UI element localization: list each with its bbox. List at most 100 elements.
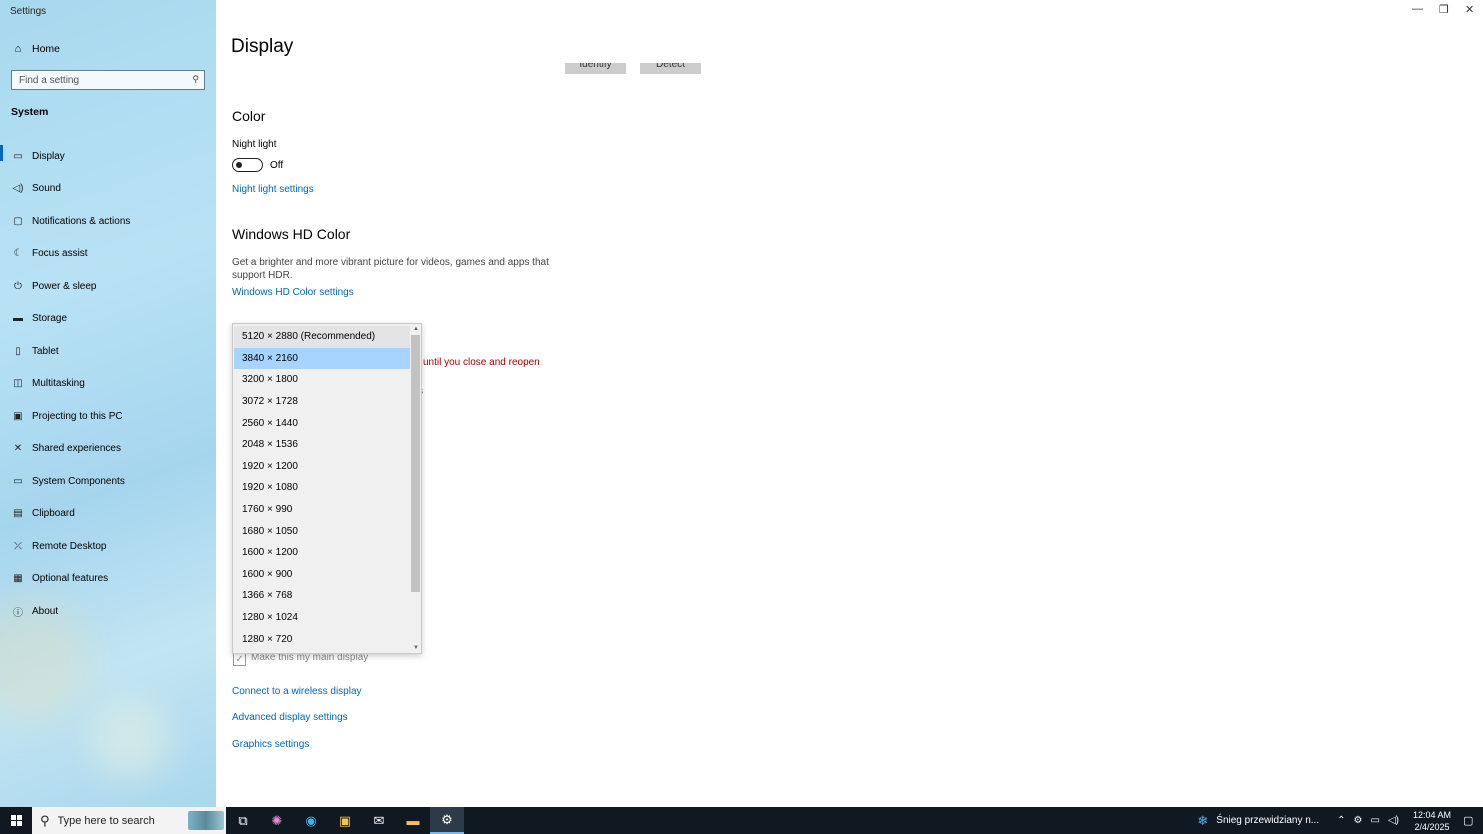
resolution-option[interactable]: 1366 × 768 <box>234 585 411 607</box>
toggle-knob <box>236 161 242 168</box>
resolution-option[interactable]: 5120 × 2880 (Recommended) <box>234 326 411 348</box>
weather-widget[interactable]: ❄ Śnieg przewidziany n... <box>1197 813 1319 829</box>
sidebar-item-tablet[interactable]: ▯ Tablet <box>0 335 216 368</box>
sidebar-item-shared-experiences[interactable]: ✕ Shared experiences <box>0 433 216 466</box>
resolution-option[interactable]: 1600 × 1200 <box>234 542 411 564</box>
sidebar-item-remote-desktop[interactable]: ⤫ Remote Desktop <box>0 530 216 563</box>
sidebar-item-clipboard[interactable]: ▤ Clipboard <box>0 498 216 531</box>
taskbar-search-input[interactable] <box>57 814 178 827</box>
resolution-option[interactable]: 1920 × 1200 <box>234 456 411 478</box>
dropdown-scrollbar-thumb[interactable] <box>411 335 420 592</box>
identify-button[interactable]: Identify <box>565 63 626 74</box>
sidebar-item-label: Display <box>32 150 65 162</box>
restore-icon[interactable]: ❐ <box>1439 3 1449 16</box>
sidebar-item-about[interactable]: ⓘ About <box>0 595 216 628</box>
search-icon: ⚲ <box>40 812 50 828</box>
security-icon[interactable]: ⚙ <box>1354 815 1363 826</box>
home-label: Home <box>32 43 61 55</box>
sidebar-item-label: Remote Desktop <box>32 540 107 552</box>
sidebar-item-display[interactable]: ▭ Display <box>0 140 216 173</box>
taskbar: ⚲ ⧉ ✺ ◉ ▣ ✉ ▬ ⚙ ❄ Śnieg przewidziany n..… <box>0 807 1483 834</box>
scroll-up-icon[interactable]: ▲ <box>413 326 419 332</box>
snowflake-icon: ❄ <box>1197 812 1209 828</box>
clock-date: 2/4/2025 <box>1414 821 1450 832</box>
resolution-option[interactable]: 1600 × 900 <box>234 564 411 586</box>
minimize-icon[interactable]: — <box>1412 3 1423 15</box>
chevron-up-icon[interactable]: ⌃ <box>1337 815 1345 826</box>
moon-icon: ☾ <box>13 248 23 260</box>
sidebar-item-multitasking[interactable]: ◫ Multitasking <box>0 368 216 401</box>
sidebar-item-sound[interactable]: ◁) Sound <box>0 173 216 206</box>
sidebar-item-power-sleep[interactable]: ⏻ Power & sleep <box>0 270 216 303</box>
mail-icon[interactable]: ✉ <box>362 807 396 834</box>
search-highlight-image <box>188 811 224 830</box>
section-title: System <box>11 106 49 118</box>
sidebar-item-system-components[interactable]: ▭ System Components <box>0 465 216 498</box>
night-light-state: Off <box>270 160 284 171</box>
task-view-icon[interactable]: ⧉ <box>226 807 260 834</box>
sidebar-item-projecting[interactable]: ▣ Projecting to this PC <box>0 400 216 433</box>
advanced-display-link[interactable]: Advanced display settings <box>232 712 348 723</box>
taskbar-search[interactable]: ⚲ <box>32 807 226 834</box>
sidebar-item-label: Tablet <box>32 345 59 357</box>
home-button[interactable]: ⌂ Home <box>11 41 60 57</box>
resolution-option[interactable]: 3200 × 1800 <box>234 369 411 391</box>
settings-icon[interactable]: ⚙ <box>430 807 464 834</box>
scroll-down-icon[interactable]: ▼ <box>413 645 419 651</box>
hdr-description: Get a brighter and more vibrant picture … <box>232 257 549 281</box>
sidebar-item-storage[interactable]: ▬ Storage <box>0 303 216 336</box>
weather-text: Śnieg przewidziany n... <box>1216 815 1320 826</box>
resolution-option[interactable]: 1760 × 990 <box>234 499 411 521</box>
store-icon[interactable]: ▣ <box>328 807 362 834</box>
resolution-option[interactable]: 2560 × 1440 <box>234 412 411 434</box>
find-setting-search[interactable]: ⚲ <box>11 70 205 90</box>
night-light-settings-link[interactable]: Night light settings <box>232 184 314 195</box>
volume-icon[interactable]: ◁) <box>1388 815 1399 826</box>
file-explorer-icon[interactable]: ▬ <box>396 807 430 834</box>
copilot-icon[interactable]: ✺ <box>260 807 294 834</box>
resolution-option-selected[interactable]: 3840 × 2160 <box>234 347 411 370</box>
start-button[interactable] <box>0 807 32 834</box>
hdr-heading: Windows HD Color <box>232 226 351 242</box>
storage-icon: ▬ <box>13 313 23 325</box>
sidebar-item-label: Power & sleep <box>32 280 97 292</box>
search-icon[interactable]: ⚲ <box>192 74 199 85</box>
resolution-option[interactable]: 1920 × 1080 <box>234 477 411 499</box>
share-icon: ✕ <box>13 443 23 455</box>
sidebar-item-label: System Components <box>32 475 125 487</box>
network-icon[interactable]: ▭ <box>1370 815 1379 826</box>
resolution-option[interactable]: 2048 × 1536 <box>234 434 411 456</box>
graphics-settings-link[interactable]: Graphics settings <box>232 739 309 750</box>
hdr-settings-link[interactable]: Windows HD Color settings <box>232 287 354 298</box>
sidebar-item-label: Sound <box>32 183 61 195</box>
resolution-option-list: 5120 × 2880 (Recommended) 3840 × 2160 32… <box>234 326 411 650</box>
page-title: Display <box>231 36 294 57</box>
detect-button[interactable]: Detect <box>640 63 701 74</box>
night-light-toggle[interactable] <box>232 158 263 172</box>
sidebar-item-label: About <box>32 605 59 617</box>
find-setting-input[interactable] <box>19 74 184 86</box>
close-icon[interactable]: ✕ <box>1465 3 1474 16</box>
main-display-checkbox[interactable]: ✓ <box>233 653 246 666</box>
info-icon: ⓘ <box>13 607 23 619</box>
sidebar-item-label: Multitasking <box>32 378 85 390</box>
speaker-icon: ◁) <box>12 183 24 195</box>
sidebar-item-optional-features[interactable]: ▦ Optional features <box>0 563 216 596</box>
notification-icon[interactable]: ▢ <box>1463 814 1483 827</box>
sidebar-item-notifications[interactable]: ▢ Notifications & actions <box>0 205 216 238</box>
home-icon: ⌂ <box>14 43 22 55</box>
sidebar-item-label: Storage <box>32 313 68 325</box>
system-tray: ❄ Śnieg przewidziany n... ⌃ ⚙ ▭ ◁) 12:04… <box>1197 807 1483 834</box>
resolution-option[interactable]: 1280 × 720 <box>234 628 411 650</box>
clock[interactable]: 12:04 AM 2/4/2025 <box>1413 809 1451 833</box>
wireless-display-link[interactable]: Connect to a wireless display <box>232 686 362 697</box>
monitor-icon: ▭ <box>13 150 23 162</box>
sidebar-nav: ▭ Display ◁) Sound ▢ Notifications & action… <box>0 140 216 628</box>
sidebar-item-focus-assist[interactable]: ☾ Focus assist <box>0 238 216 271</box>
resolution-option[interactable]: 1280 × 1024 <box>234 607 411 629</box>
resolution-option[interactable]: 1680 × 1050 <box>234 520 411 542</box>
clipboard-icon: ▤ <box>13 508 23 520</box>
edge-icon[interactable]: ◉ <box>294 807 328 834</box>
resolution-dropdown[interactable]: 5120 × 2880 (Recommended) 3840 × 2160 32… <box>232 323 422 654</box>
resolution-option[interactable]: 3072 × 1728 <box>234 391 411 413</box>
